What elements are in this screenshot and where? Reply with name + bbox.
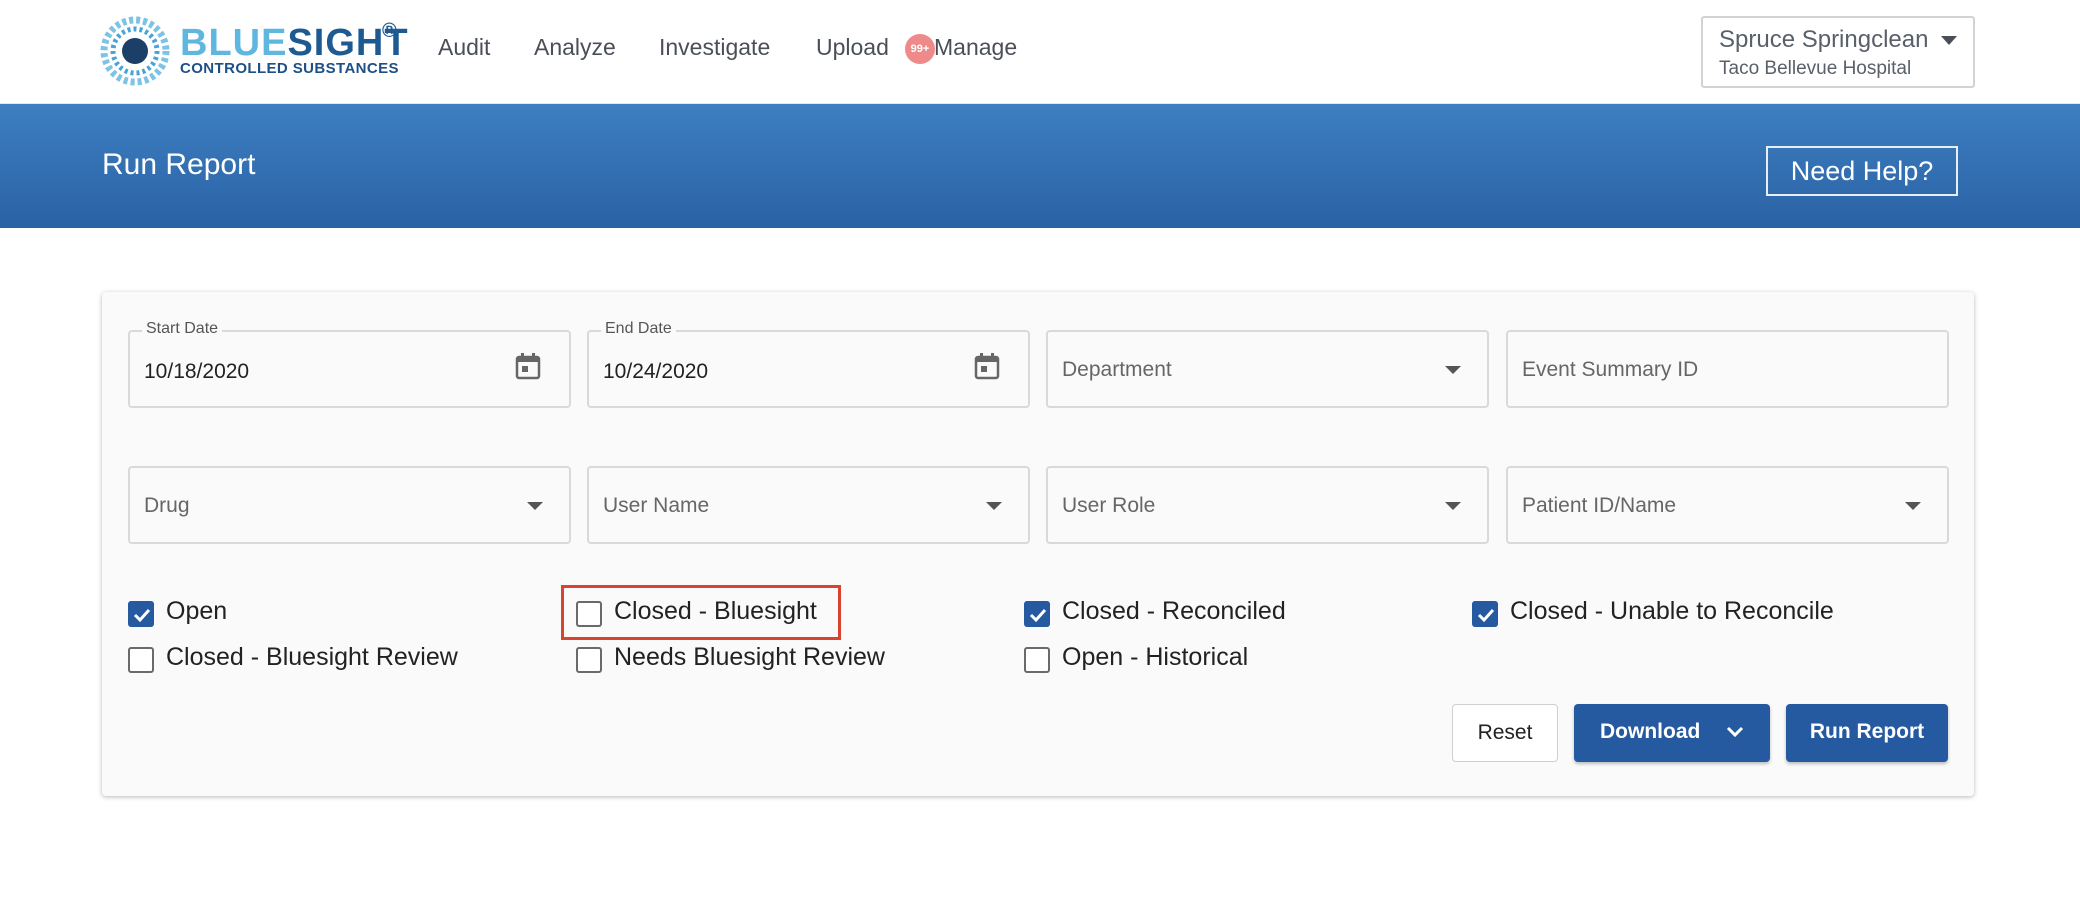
drug-select[interactable]: Drug [128, 466, 571, 544]
checkbox-unchecked-icon [576, 647, 602, 673]
logo-word-part1: BLUE [180, 22, 288, 64]
department-placeholder: Department [1062, 358, 1172, 381]
user-menu[interactable]: Spruce Springclean Taco Bellevue Hospita… [1701, 16, 1975, 88]
nav-investigate[interactable]: Investigate [659, 34, 770, 61]
start-date-value: 10/18/2020 [144, 360, 250, 383]
user-role-placeholder: User Role [1062, 494, 1156, 517]
status-closed-unable-label: Closed - Unable to Reconcile [1510, 597, 1834, 625]
checkbox-unchecked-icon [1024, 647, 1050, 673]
bluesight-logo[interactable]: BLUESIGHT ® CONTROLLED SUBSTANCES [100, 16, 408, 86]
checkbox-unchecked-icon [128, 647, 154, 673]
dropdown-arrow-icon [986, 502, 1002, 510]
logo-wordmark: BLUESIGHT [180, 22, 409, 65]
download-button-label: Download [1600, 720, 1701, 743]
dropdown-arrow-icon [1445, 502, 1461, 510]
download-button[interactable]: Download [1574, 704, 1770, 762]
checkbox-checked-icon [128, 601, 154, 627]
upload-count-badge: 99+ [905, 34, 935, 64]
checkbox-checked-icon [1024, 601, 1050, 627]
nav-analyze[interactable]: Analyze [534, 34, 616, 61]
end-date-label: End Date [601, 320, 676, 338]
user-role-select[interactable]: User Role [1046, 466, 1489, 544]
dropdown-arrow-icon [1905, 502, 1921, 510]
calendar-icon[interactable] [974, 352, 1000, 380]
patient-placeholder: Patient ID/Name [1522, 494, 1677, 517]
checkbox-checked-icon [1472, 601, 1498, 627]
calendar-icon[interactable] [515, 352, 541, 380]
need-help-button[interactable]: Need Help? [1766, 146, 1958, 196]
user-name-select[interactable]: User Name [587, 466, 1030, 544]
drug-placeholder: Drug [144, 494, 190, 517]
status-needs-review-label: Needs Bluesight Review [614, 643, 885, 671]
patient-select[interactable]: Patient ID/Name [1506, 466, 1949, 544]
user-hospital: Taco Bellevue Hospital [1719, 58, 1912, 79]
dropdown-arrow-icon [1445, 366, 1461, 374]
bluesight-logo-icon [100, 16, 170, 86]
dropdown-arrow-icon [527, 502, 543, 510]
page-title: Run Report [102, 148, 256, 181]
page-banner: Run Report Need Help? [0, 104, 2080, 228]
event-summary-id-input[interactable]: Event Summary ID [1506, 330, 1949, 408]
user-name-placeholder: User Name [603, 494, 710, 517]
top-nav-bar: BLUESIGHT ® CONTROLLED SUBSTANCES Audit … [0, 0, 2080, 104]
status-open-historical-label: Open - Historical [1062, 643, 1249, 671]
start-date-label: Start Date [142, 320, 223, 338]
department-select[interactable]: Department [1046, 330, 1489, 408]
chevron-down-icon [1726, 726, 1744, 738]
status-open-label: Open [166, 597, 228, 625]
caret-down-icon [1941, 36, 1957, 45]
event-summary-id-placeholder: Event Summary ID [1522, 358, 1699, 381]
end-date-field[interactable]: End Date 10/24/2020 [587, 320, 1030, 408]
reset-button[interactable]: Reset [1452, 704, 1558, 762]
nav-upload[interactable]: Upload [816, 34, 889, 61]
nav-audit[interactable]: Audit [438, 34, 490, 61]
highlight-box [561, 585, 841, 640]
status-closed-bluesight-review-label: Closed - Bluesight Review [166, 643, 458, 671]
run-report-button[interactable]: Run Report [1786, 704, 1948, 762]
logo-tagline: CONTROLLED SUBSTANCES [180, 60, 399, 77]
user-name: Spruce Springclean [1719, 26, 1929, 53]
status-closed-reconciled-label: Closed - Reconciled [1062, 597, 1286, 625]
nav-manage[interactable]: Manage [934, 34, 1017, 61]
start-date-field[interactable]: Start Date 10/18/2020 [128, 320, 571, 408]
end-date-value: 10/24/2020 [603, 360, 709, 383]
logo-registered-mark: ® [382, 20, 397, 42]
